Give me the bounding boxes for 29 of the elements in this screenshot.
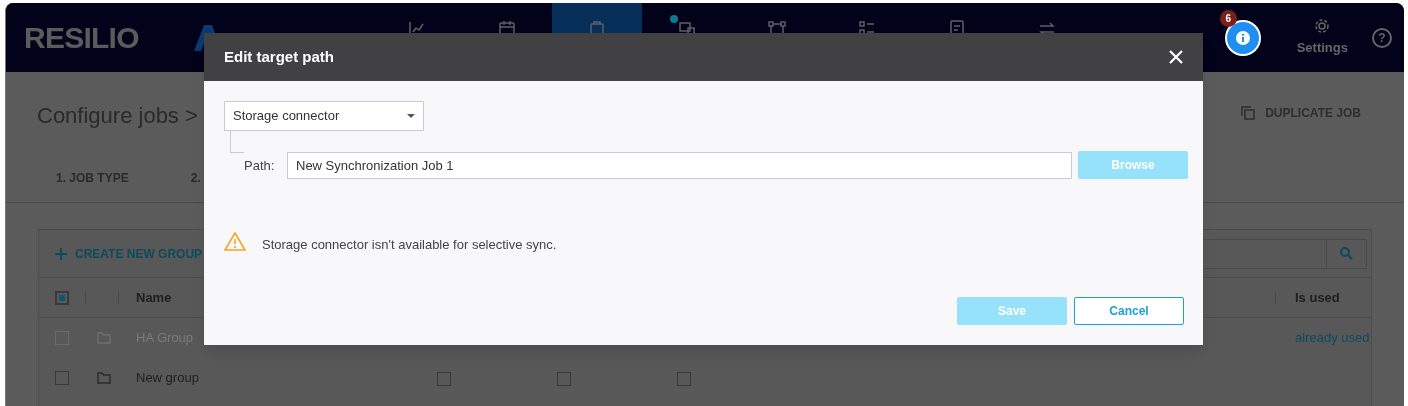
create-group-button[interactable]: CREATE NEW GROUP (75, 244, 203, 263)
folder-icon (97, 372, 111, 384)
plus-icon (55, 247, 67, 260)
caret-icon (407, 114, 415, 118)
warning-message: Storage connector isn't available for selective sync. (262, 236, 557, 254)
info-icon (1234, 29, 1251, 46)
path-label: Path: (244, 157, 275, 175)
checkbox[interactable] (55, 290, 69, 305)
checkbox[interactable] (557, 372, 571, 386)
settings-label[interactable]: Settings (1296, 37, 1348, 58)
cancel-button[interactable]: Cancel (1074, 297, 1184, 325)
checkbox[interactable] (677, 372, 691, 386)
notification-badge: 6 (1219, 9, 1237, 27)
logo: RESILIO (24, 20, 140, 56)
path-input[interactable]: New Synchronization Job 1 (287, 152, 1072, 179)
dialog-title: Edit target path (224, 46, 334, 67)
copy-icon (1241, 106, 1256, 120)
help-button[interactable]: ? (1372, 27, 1392, 48)
tree-connector (230, 131, 244, 153)
column-header: Is used (1295, 288, 1340, 307)
checkbox[interactable] (437, 372, 451, 386)
group-name: New group (136, 369, 199, 388)
checkbox[interactable] (55, 371, 69, 385)
connector-dropdown[interactable]: Storage connector (224, 101, 424, 131)
search-icon (1340, 247, 1353, 260)
column-header: Name (136, 288, 172, 307)
warning-icon (224, 232, 246, 251)
close-icon[interactable] (1169, 50, 1183, 64)
settings-icon[interactable] (1314, 17, 1331, 34)
